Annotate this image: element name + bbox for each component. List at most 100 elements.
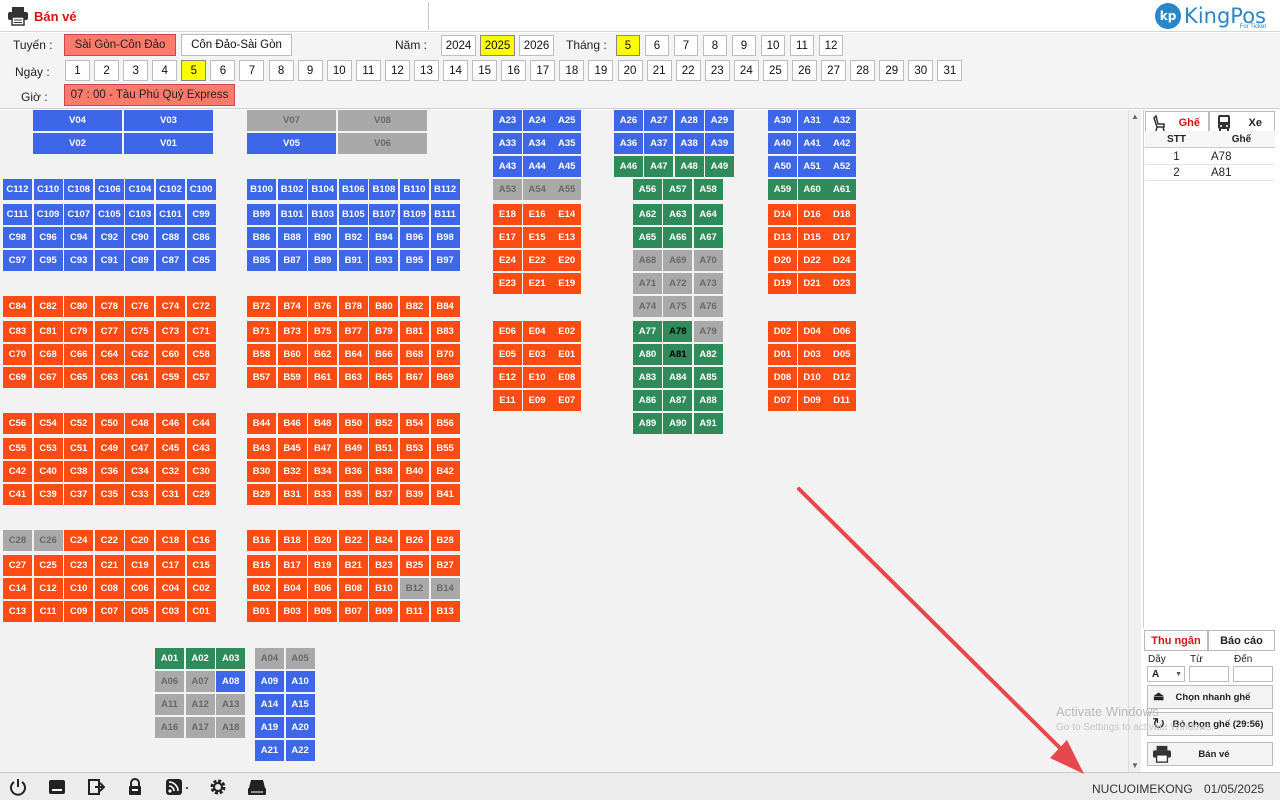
seat-d17[interactable]: D17 (827, 227, 857, 248)
seat-b12[interactable]: B12 (400, 578, 429, 599)
seat-a22[interactable]: A22 (285, 740, 315, 761)
seat-d22[interactable]: D22 (797, 250, 827, 271)
seat-c77[interactable]: C77 (94, 321, 124, 342)
seat-a70[interactable]: A70 (693, 250, 723, 271)
seat-b07[interactable]: B07 (338, 601, 368, 622)
rss-icon[interactable] (163, 777, 193, 797)
seat-a27[interactable]: A27 (644, 110, 674, 131)
seat-c06[interactable]: C06 (125, 578, 155, 599)
seat-v04[interactable]: V04 (33, 110, 122, 131)
seat-c42[interactable]: C42 (3, 461, 32, 482)
seat-b15[interactable]: B15 (247, 555, 276, 576)
seat-b56[interactable]: B56 (430, 413, 460, 434)
day-19-button[interactable]: 19 (588, 60, 614, 81)
seat-c97[interactable]: C97 (3, 250, 32, 271)
seat-c30[interactable]: C30 (186, 461, 216, 482)
seat-b90[interactable]: B90 (308, 227, 338, 248)
seat-a74[interactable]: A74 (633, 296, 662, 317)
seat-c108[interactable]: C108 (64, 179, 94, 200)
seat-b98[interactable]: B98 (430, 227, 460, 248)
table-row[interactable]: 2 A81 (1145, 165, 1275, 181)
lock-icon[interactable] (124, 777, 146, 797)
seat-c79[interactable]: C79 (64, 321, 94, 342)
seat-b50[interactable]: B50 (338, 413, 368, 434)
seat-c109[interactable]: C109 (33, 204, 63, 225)
seat-c34[interactable]: C34 (125, 461, 155, 482)
seat-b88[interactable]: B88 (277, 227, 307, 248)
seat-c25[interactable]: C25 (33, 555, 63, 576)
seat-d06[interactable]: D06 (827, 321, 857, 342)
day-25-button[interactable]: 25 (762, 60, 788, 81)
seat-a80[interactable]: A80 (633, 344, 662, 365)
seat-v03[interactable]: V03 (124, 110, 213, 131)
seat-c27[interactable]: C27 (3, 555, 32, 576)
seat-e14[interactable]: E14 (552, 204, 582, 225)
seat-c16[interactable]: C16 (186, 530, 216, 551)
seat-d20[interactable]: D20 (768, 250, 797, 271)
seat-c33[interactable]: C33 (125, 484, 155, 505)
seat-a52[interactable]: A52 (827, 156, 857, 177)
month-12-button[interactable]: 12 (819, 35, 843, 56)
seat-b43[interactable]: B43 (247, 438, 276, 459)
scroll-down-icon[interactable]: ▼ (1131, 761, 1139, 770)
seat-d13[interactable]: D13 (768, 227, 797, 248)
seat-d01[interactable]: D01 (768, 344, 797, 365)
seat-b85[interactable]: B85 (247, 250, 276, 271)
seat-b45[interactable]: B45 (277, 438, 307, 459)
seat-a36[interactable]: A36 (614, 133, 643, 154)
seat-c04[interactable]: C04 (156, 578, 185, 599)
seat-b80[interactable]: B80 (369, 296, 399, 317)
seat-c03[interactable]: C03 (156, 601, 185, 622)
seat-c88[interactable]: C88 (156, 227, 185, 248)
seat-c101[interactable]: C101 (156, 204, 185, 225)
seat-b54[interactable]: B54 (400, 413, 429, 434)
tab-report[interactable]: Báo cáo (1208, 630, 1275, 651)
seat-d12[interactable]: D12 (827, 367, 857, 388)
seat-c26[interactable]: C26 (33, 530, 63, 551)
seat-b38[interactable]: B38 (369, 461, 399, 482)
seat-b96[interactable]: B96 (400, 227, 429, 248)
seat-a54[interactable]: A54 (522, 179, 552, 200)
seat-b35[interactable]: B35 (338, 484, 368, 505)
seat-b28[interactable]: B28 (430, 530, 460, 551)
seat-a41[interactable]: A41 (797, 133, 827, 154)
seat-b112[interactable]: B112 (430, 179, 460, 200)
seat-c02[interactable]: C02 (186, 578, 216, 599)
seat-a73[interactable]: A73 (693, 273, 723, 294)
seat-b24[interactable]: B24 (369, 530, 399, 551)
day-6-button[interactable]: 6 (210, 60, 236, 81)
seat-b13[interactable]: B13 (430, 601, 460, 622)
seat-e12[interactable]: E12 (493, 367, 522, 388)
seat-a91[interactable]: A91 (693, 413, 723, 434)
seat-c89[interactable]: C89 (125, 250, 155, 271)
seat-c49[interactable]: C49 (94, 438, 124, 459)
seat-e08[interactable]: E08 (552, 367, 582, 388)
seat-a87[interactable]: A87 (663, 390, 693, 411)
seat-b67[interactable]: B67 (400, 367, 429, 388)
seat-b49[interactable]: B49 (338, 438, 368, 459)
seat-a18[interactable]: A18 (216, 717, 246, 738)
seat-c69[interactable]: C69 (3, 367, 32, 388)
seat-c91[interactable]: C91 (94, 250, 124, 271)
seat-c47[interactable]: C47 (125, 438, 155, 459)
seat-a85[interactable]: A85 (693, 367, 723, 388)
seat-b19[interactable]: B19 (308, 555, 338, 576)
seat-b09[interactable]: B09 (369, 601, 399, 622)
seat-v08[interactable]: V08 (338, 110, 427, 131)
seat-b66[interactable]: B66 (369, 344, 399, 365)
seat-d08[interactable]: D08 (768, 367, 797, 388)
seat-c48[interactable]: C48 (125, 413, 155, 434)
seat-a72[interactable]: A72 (663, 273, 693, 294)
seat-c85[interactable]: C85 (186, 250, 216, 271)
minimize-icon[interactable] (46, 777, 68, 797)
seat-c54[interactable]: C54 (33, 413, 63, 434)
seat-a20[interactable]: A20 (285, 717, 315, 738)
seat-d02[interactable]: D02 (768, 321, 797, 342)
seat-c28[interactable]: C28 (3, 530, 32, 551)
seat-a16[interactable]: A16 (155, 717, 184, 738)
seat-a89[interactable]: A89 (633, 413, 662, 434)
seat-c41[interactable]: C41 (3, 484, 32, 505)
day-29-button[interactable]: 29 (879, 60, 905, 81)
seat-b03[interactable]: B03 (277, 601, 307, 622)
seat-b61[interactable]: B61 (308, 367, 338, 388)
